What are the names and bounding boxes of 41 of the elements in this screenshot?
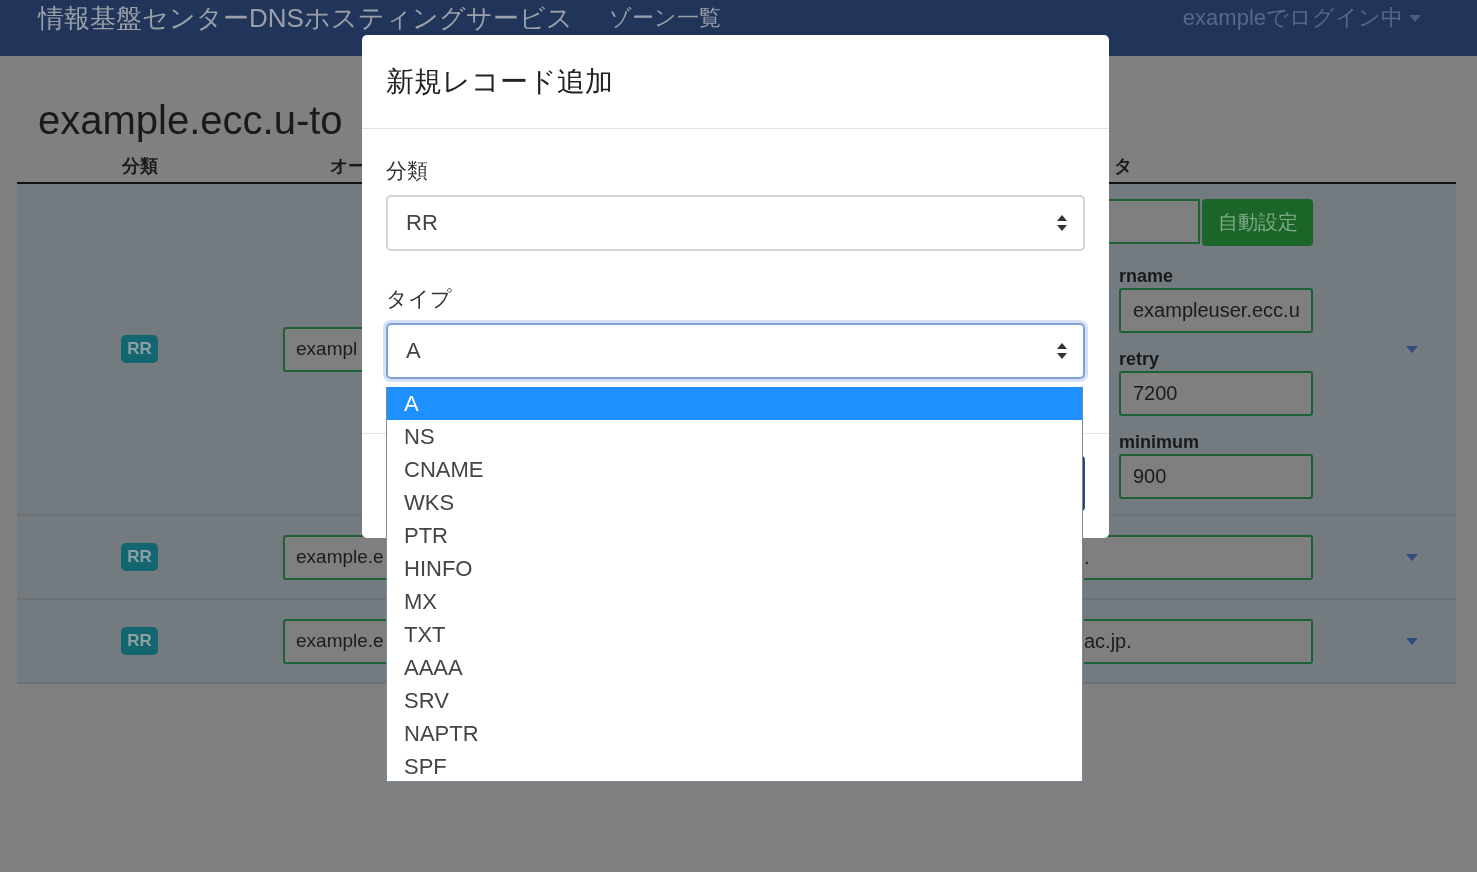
column-header: タ: [1113, 155, 1133, 178]
dropdown-option[interactable]: HINFO: [387, 552, 1082, 585]
field-label: minimum: [1119, 432, 1200, 452]
dropdown-option[interactable]: NS: [387, 420, 1082, 453]
dropdown-option[interactable]: NAPTR: [387, 717, 1082, 750]
data-field[interactable]: ac.jp.: [1084, 618, 1313, 664]
dropdown-option[interactable]: SPF: [387, 750, 1082, 781]
modal-title: 新規レコード追加: [386, 64, 613, 99]
dropdown-option[interactable]: TXT: [387, 618, 1082, 651]
dropdown-option[interactable]: MX: [387, 585, 1082, 618]
select-field[interactable]: RR: [386, 195, 1085, 251]
data-field[interactable]: exampleuser.ecc.u: [1119, 288, 1313, 333]
nav-link[interactable]: ゾーン一覧: [608, 3, 721, 33]
data-field[interactable]: 7200: [1119, 371, 1313, 416]
zone-title: example.ecc.u-to: [38, 97, 344, 144]
dropdown-option[interactable]: CNAME: [387, 453, 1082, 486]
class-badge: RR: [121, 543, 158, 571]
data-field[interactable]: 900: [1119, 454, 1313, 499]
dropdown-option[interactable]: WKS: [387, 486, 1082, 519]
dropdown-option[interactable]: SRV: [387, 684, 1082, 717]
class-badge: RR: [121, 335, 158, 363]
dropdown-option[interactable]: AAAA: [387, 651, 1082, 684]
dropdown-option[interactable]: PTR: [387, 519, 1082, 552]
caret-icon[interactable]: [1406, 637, 1418, 645]
column-header: 分類: [120, 155, 159, 178]
caret-icon[interactable]: [1409, 14, 1421, 22]
brand-title[interactable]: 情報基盤センターDNSホスティングサービス: [38, 3, 573, 33]
updown-arrows-icon: [1057, 215, 1067, 231]
class-badge: RR: [121, 627, 158, 655]
field-label: retry: [1119, 349, 1161, 369]
field-label: 分類: [386, 158, 429, 184]
data-field[interactable]: .: [1084, 534, 1313, 580]
owner-field[interactable]: exampl: [283, 326, 362, 372]
owner-field[interactable]: example.e: [283, 618, 386, 664]
caret-icon[interactable]: [1406, 345, 1418, 353]
select-field[interactable]: A: [386, 323, 1085, 379]
owner-field[interactable]: example.e: [283, 534, 386, 580]
field-label: タイプ: [386, 286, 453, 312]
updown-arrows-icon: [1057, 343, 1067, 359]
caret-icon[interactable]: [1406, 553, 1418, 561]
field-label: rname: [1119, 266, 1175, 286]
